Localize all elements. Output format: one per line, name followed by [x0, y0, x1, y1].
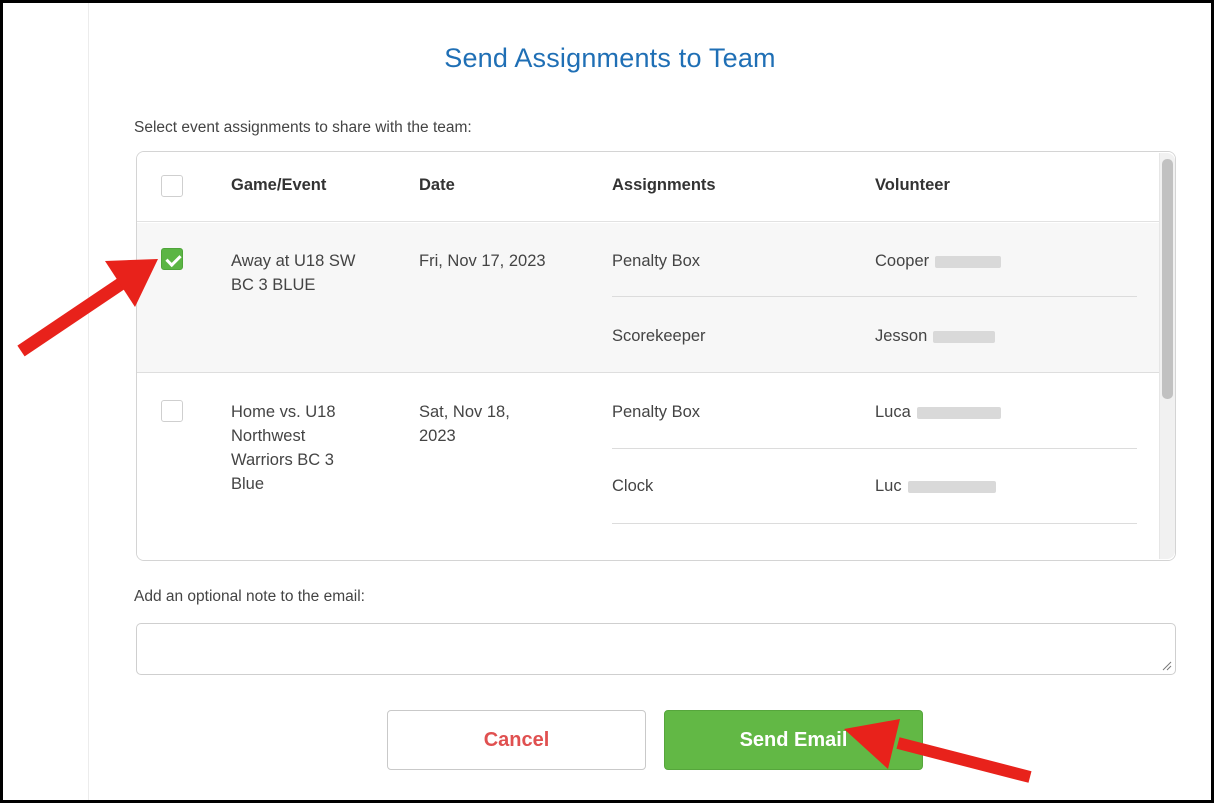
table-scrollbar[interactable] — [1159, 153, 1175, 559]
assignment-role: Clock — [612, 477, 654, 495]
dialog-title: Send Assignments to Team — [444, 43, 776, 73]
assignment-role: Scorekeeper — [612, 327, 706, 345]
screenshot-frame: Send Assignments to Team Select event as… — [0, 0, 1214, 803]
assignment-volunteer: Luc — [875, 474, 996, 498]
dialog-subtitle: Select event assignments to share with t… — [134, 119, 472, 136]
row-checkbox[interactable] — [161, 248, 183, 270]
annotation-arrow-icon — [17, 259, 158, 357]
redacted-surname — [907, 480, 996, 493]
event-cell: Home vs. U18 Northwest Warriors BC 3 Blu… — [231, 403, 336, 493]
header-game-event: Game/Event — [231, 176, 327, 194]
table-header: Game/Event Date Assignments Volunteer — [137, 152, 1175, 222]
note-textarea[interactable] — [136, 623, 1176, 675]
cancel-button[interactable]: Cancel — [387, 710, 646, 770]
table-row[interactable]: Home vs. U18 Northwest Warriors BC 3 Blu… — [137, 374, 1175, 560]
note-label: Add an optional note to the email: — [134, 588, 365, 605]
assignment-role: Penalty Box — [612, 252, 701, 270]
date-cell: Fri, Nov 17, 2023 — [419, 252, 546, 270]
date-cell: Sat, Nov 18, 2023 — [419, 403, 510, 445]
event-cell: Away at U18 SW BC 3 BLUE — [231, 252, 356, 294]
resize-grip-icon[interactable] — [1160, 659, 1172, 671]
redacted-surname — [916, 406, 1001, 419]
row-checkbox[interactable] — [161, 400, 183, 422]
header-assignments: Assignments — [612, 176, 716, 194]
assignments-table: Game/Event Date Assignments Volunteer Aw… — [136, 151, 1176, 561]
assignment-divider — [612, 448, 1137, 449]
annotation-arrow-icon — [844, 719, 1032, 783]
select-all-checkbox[interactable] — [161, 175, 183, 197]
assignment-divider — [612, 296, 1137, 297]
redacted-surname — [933, 330, 996, 343]
assignment-divider — [612, 523, 1137, 524]
table-row[interactable]: Away at U18 SW BC 3 BLUE Fri, Nov 17, 20… — [137, 223, 1175, 373]
assignment-volunteer: Luca — [875, 400, 1001, 424]
assignment-role: Penalty Box — [612, 403, 701, 421]
assignment-volunteer: Cooper — [875, 249, 1002, 273]
header-volunteer: Volunteer — [875, 176, 950, 194]
header-date: Date — [419, 176, 455, 194]
redacted-surname — [935, 255, 1002, 268]
assignment-volunteer: Jesson — [875, 324, 996, 348]
scrollbar-thumb[interactable] — [1162, 159, 1173, 399]
